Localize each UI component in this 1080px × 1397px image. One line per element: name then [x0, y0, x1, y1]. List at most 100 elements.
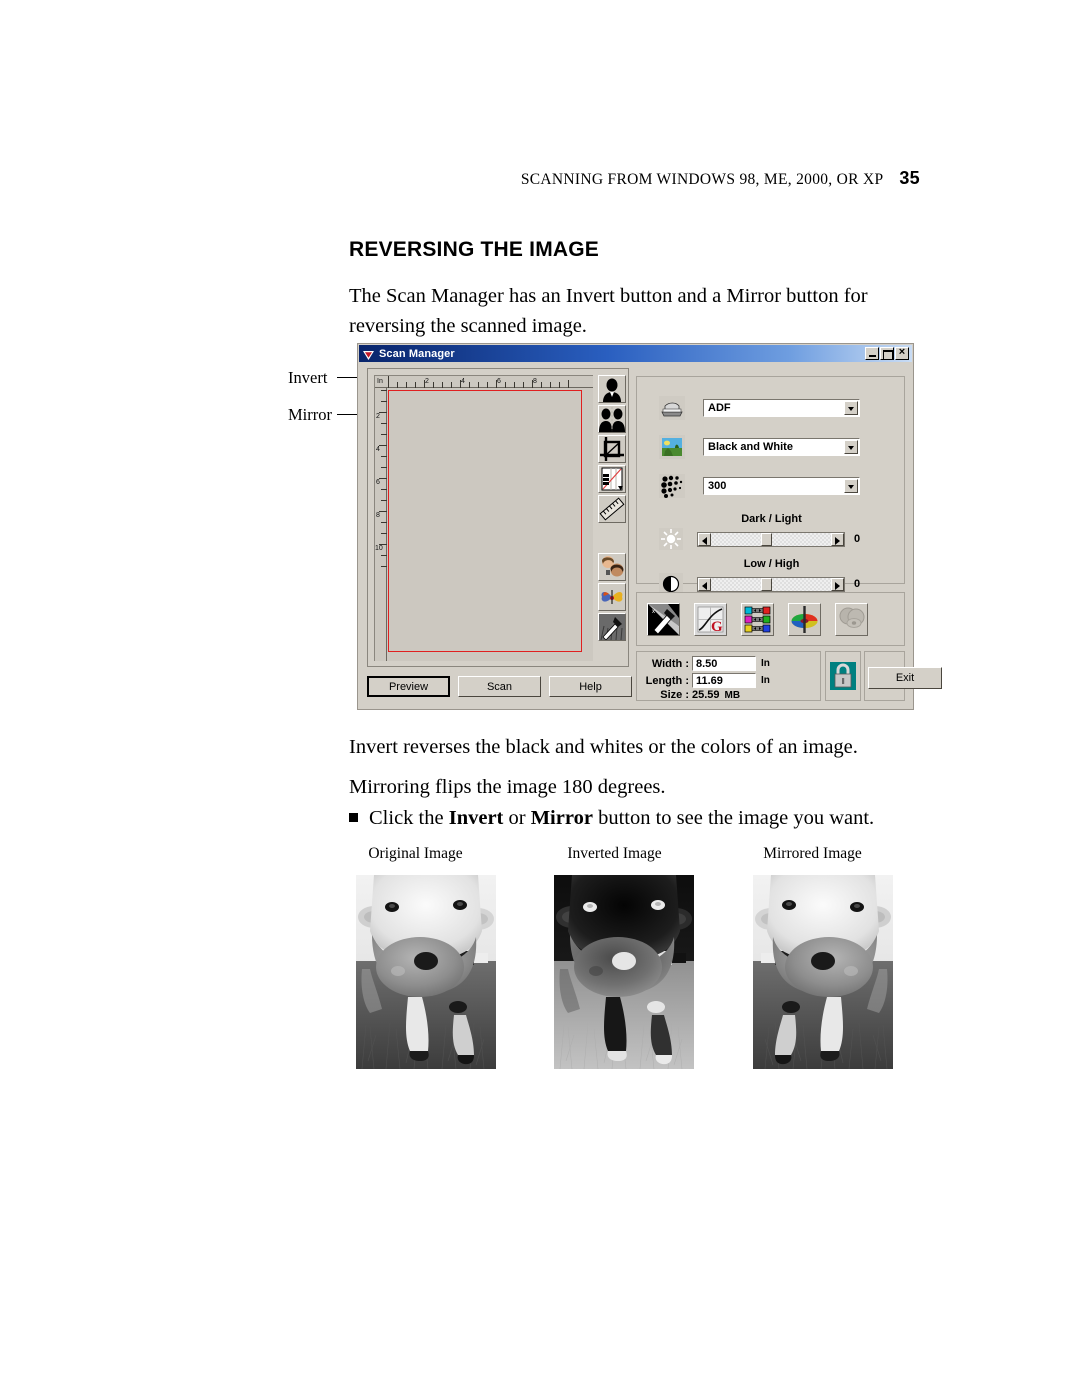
- dark-light-slider[interactable]: [697, 531, 845, 547]
- scan-button[interactable]: Scan: [458, 676, 541, 697]
- width-row: Width : 8.50 In: [641, 656, 770, 671]
- bullet-square-icon: [349, 813, 358, 822]
- mirror-description-paragraph: Mirroring flips the image 180 degrees.: [349, 776, 666, 798]
- lock-aspect-group: [825, 651, 861, 701]
- help-button[interactable]: Help: [549, 676, 632, 697]
- ruler-v-label-4: 4: [376, 446, 380, 453]
- app-logo-icon: [362, 348, 375, 360]
- title-bar: Scan Manager: [359, 345, 912, 362]
- ruler-h-label-6: 6: [497, 378, 501, 385]
- preview-pane[interactable]: In 2 4 6 8 2 4 6 8 10: [374, 375, 593, 661]
- bullet-lead-text: Click the: [369, 807, 449, 829]
- ruler-h-label-4: 4: [461, 378, 465, 385]
- color-mode-setting-row: Black and White: [659, 435, 860, 459]
- vertical-ruler: 2 4 6 8 10: [375, 388, 387, 661]
- running-head: SCANNING FROM WINDOWS 98, ME, 2000, OR X…: [0, 168, 920, 189]
- maximize-icon[interactable]: [880, 347, 894, 360]
- length-row: Length : 11.69 In: [641, 673, 770, 688]
- preview-group: In 2 4 6 8 2 4 6 8 10: [367, 368, 629, 667]
- color-mode-combobox[interactable]: Black and White: [703, 438, 860, 456]
- low-high-value: 0: [854, 578, 861, 590]
- mirror-tool-button[interactable]: [598, 405, 626, 433]
- dark-light-slider-row: 0: [659, 528, 860, 550]
- source-combobox[interactable]: ADF: [703, 399, 860, 417]
- ruler-v-label-6: 6: [376, 479, 380, 486]
- dark-light-label: Dark / Light: [741, 513, 802, 525]
- padlock-icon[interactable]: [830, 662, 856, 690]
- original-cow-photo: [356, 875, 496, 1069]
- invert-tool-button[interactable]: [598, 375, 626, 403]
- preview-button[interactable]: Preview: [367, 676, 450, 697]
- low-high-slider[interactable]: [697, 576, 845, 592]
- caption-inverted-image: Inverted Image: [567, 845, 662, 862]
- bullet-bold-invert: Invert: [448, 807, 504, 829]
- measure-tool-button[interactable]: [598, 495, 626, 523]
- resolution-combobox[interactable]: 300: [703, 477, 860, 495]
- bullet-mid-text: or: [503, 807, 531, 829]
- brightness-sun-icon: [659, 528, 683, 550]
- size-label: Size :: [660, 689, 689, 701]
- page-title: REVERSING THE IMAGE: [349, 238, 599, 261]
- slider-thumb[interactable]: [761, 577, 772, 591]
- callout-label-invert: Invert: [288, 368, 328, 387]
- width-input[interactable]: 8.50: [692, 656, 756, 671]
- hue-saturation-button[interactable]: [788, 602, 821, 636]
- length-label: Length :: [645, 674, 689, 687]
- dark-light-value: 0: [854, 533, 861, 545]
- size-unit: MB: [724, 689, 741, 701]
- settings-group: ADF Black and White 300 Dark / Light 0 L…: [636, 376, 905, 595]
- page-number: 35: [899, 168, 920, 188]
- color-balance-button[interactable]: [741, 602, 774, 636]
- caption-original-image: Original Image: [368, 845, 463, 862]
- length-unit: In: [761, 675, 770, 686]
- bullet-tail-text: button to see the image you want.: [592, 807, 875, 829]
- minimize-icon[interactable]: [865, 347, 879, 360]
- width-unit: In: [761, 658, 770, 669]
- scan-manager-window: Scan Manager In 2 4: [357, 343, 942, 710]
- size-row: Size : 25.59 MB: [641, 689, 740, 701]
- landscape-photo-icon: [659, 435, 685, 459]
- source-setting-row: ADF: [659, 396, 860, 420]
- chevron-down-icon[interactable]: [844, 479, 858, 493]
- running-head-text: SCANNING FROM WINDOWS 98, ME, 2000, OR X…: [520, 171, 884, 188]
- ruler-h-label-2: 2: [425, 378, 429, 385]
- invert-description-paragraph: Invert reverses the black and whites or …: [349, 736, 858, 758]
- gamma-curve-button[interactable]: G: [694, 602, 727, 636]
- dimensions-group: Width : 8.50 In Length : 11.69 In Size :…: [636, 651, 821, 701]
- slider-increase-icon[interactable]: [831, 532, 844, 546]
- ruler-v-label-8: 8: [376, 512, 380, 519]
- size-value: 25.59: [692, 689, 720, 701]
- callout-label-mirror: Mirror: [288, 405, 332, 424]
- compare-tool-button[interactable]: [598, 553, 626, 581]
- adjustment-toolbar: x G: [636, 592, 905, 646]
- bullet-bold-mirror: Mirror: [530, 807, 593, 829]
- slider-increase-icon[interactable]: [831, 577, 844, 591]
- chevron-down-icon[interactable]: [844, 401, 858, 415]
- ruler-v-label-10: 10: [375, 545, 383, 552]
- scanner-icon: [659, 396, 685, 420]
- resolution-setting-row: 300: [659, 474, 860, 498]
- eyedropper-tool-button[interactable]: [598, 613, 626, 641]
- resolution-value: 300: [708, 480, 727, 492]
- chevron-down-icon[interactable]: [844, 440, 858, 454]
- exit-button[interactable]: Exit: [868, 667, 942, 689]
- slider-decrease-icon[interactable]: [698, 577, 711, 591]
- halftone-dots-icon: [659, 474, 685, 498]
- slider-decrease-icon[interactable]: [698, 532, 711, 546]
- preview-effect-button[interactable]: [835, 602, 868, 636]
- paper-size-tool-button[interactable]: [598, 465, 626, 493]
- selection-rectangle[interactable]: [388, 390, 582, 652]
- close-icon[interactable]: [895, 346, 909, 360]
- length-input[interactable]: 11.69: [692, 673, 756, 688]
- intro-paragraph: The Scan Manager has an Invert button an…: [349, 285, 868, 337]
- auto-level-button[interactable]: x: [647, 602, 680, 636]
- tool-strip: [598, 375, 626, 661]
- crop-tool-button[interactable]: [598, 435, 626, 463]
- color-adjust-tool-button[interactable]: [598, 583, 626, 611]
- slider-thumb[interactable]: [761, 532, 772, 546]
- window-controls: [865, 346, 909, 360]
- caption-mirrored-image: Mirrored Image: [763, 845, 862, 862]
- bullet-instruction: Click the Invert or Mirror button to see…: [349, 807, 949, 830]
- svg-text:G: G: [711, 619, 723, 635]
- source-value: ADF: [708, 402, 731, 414]
